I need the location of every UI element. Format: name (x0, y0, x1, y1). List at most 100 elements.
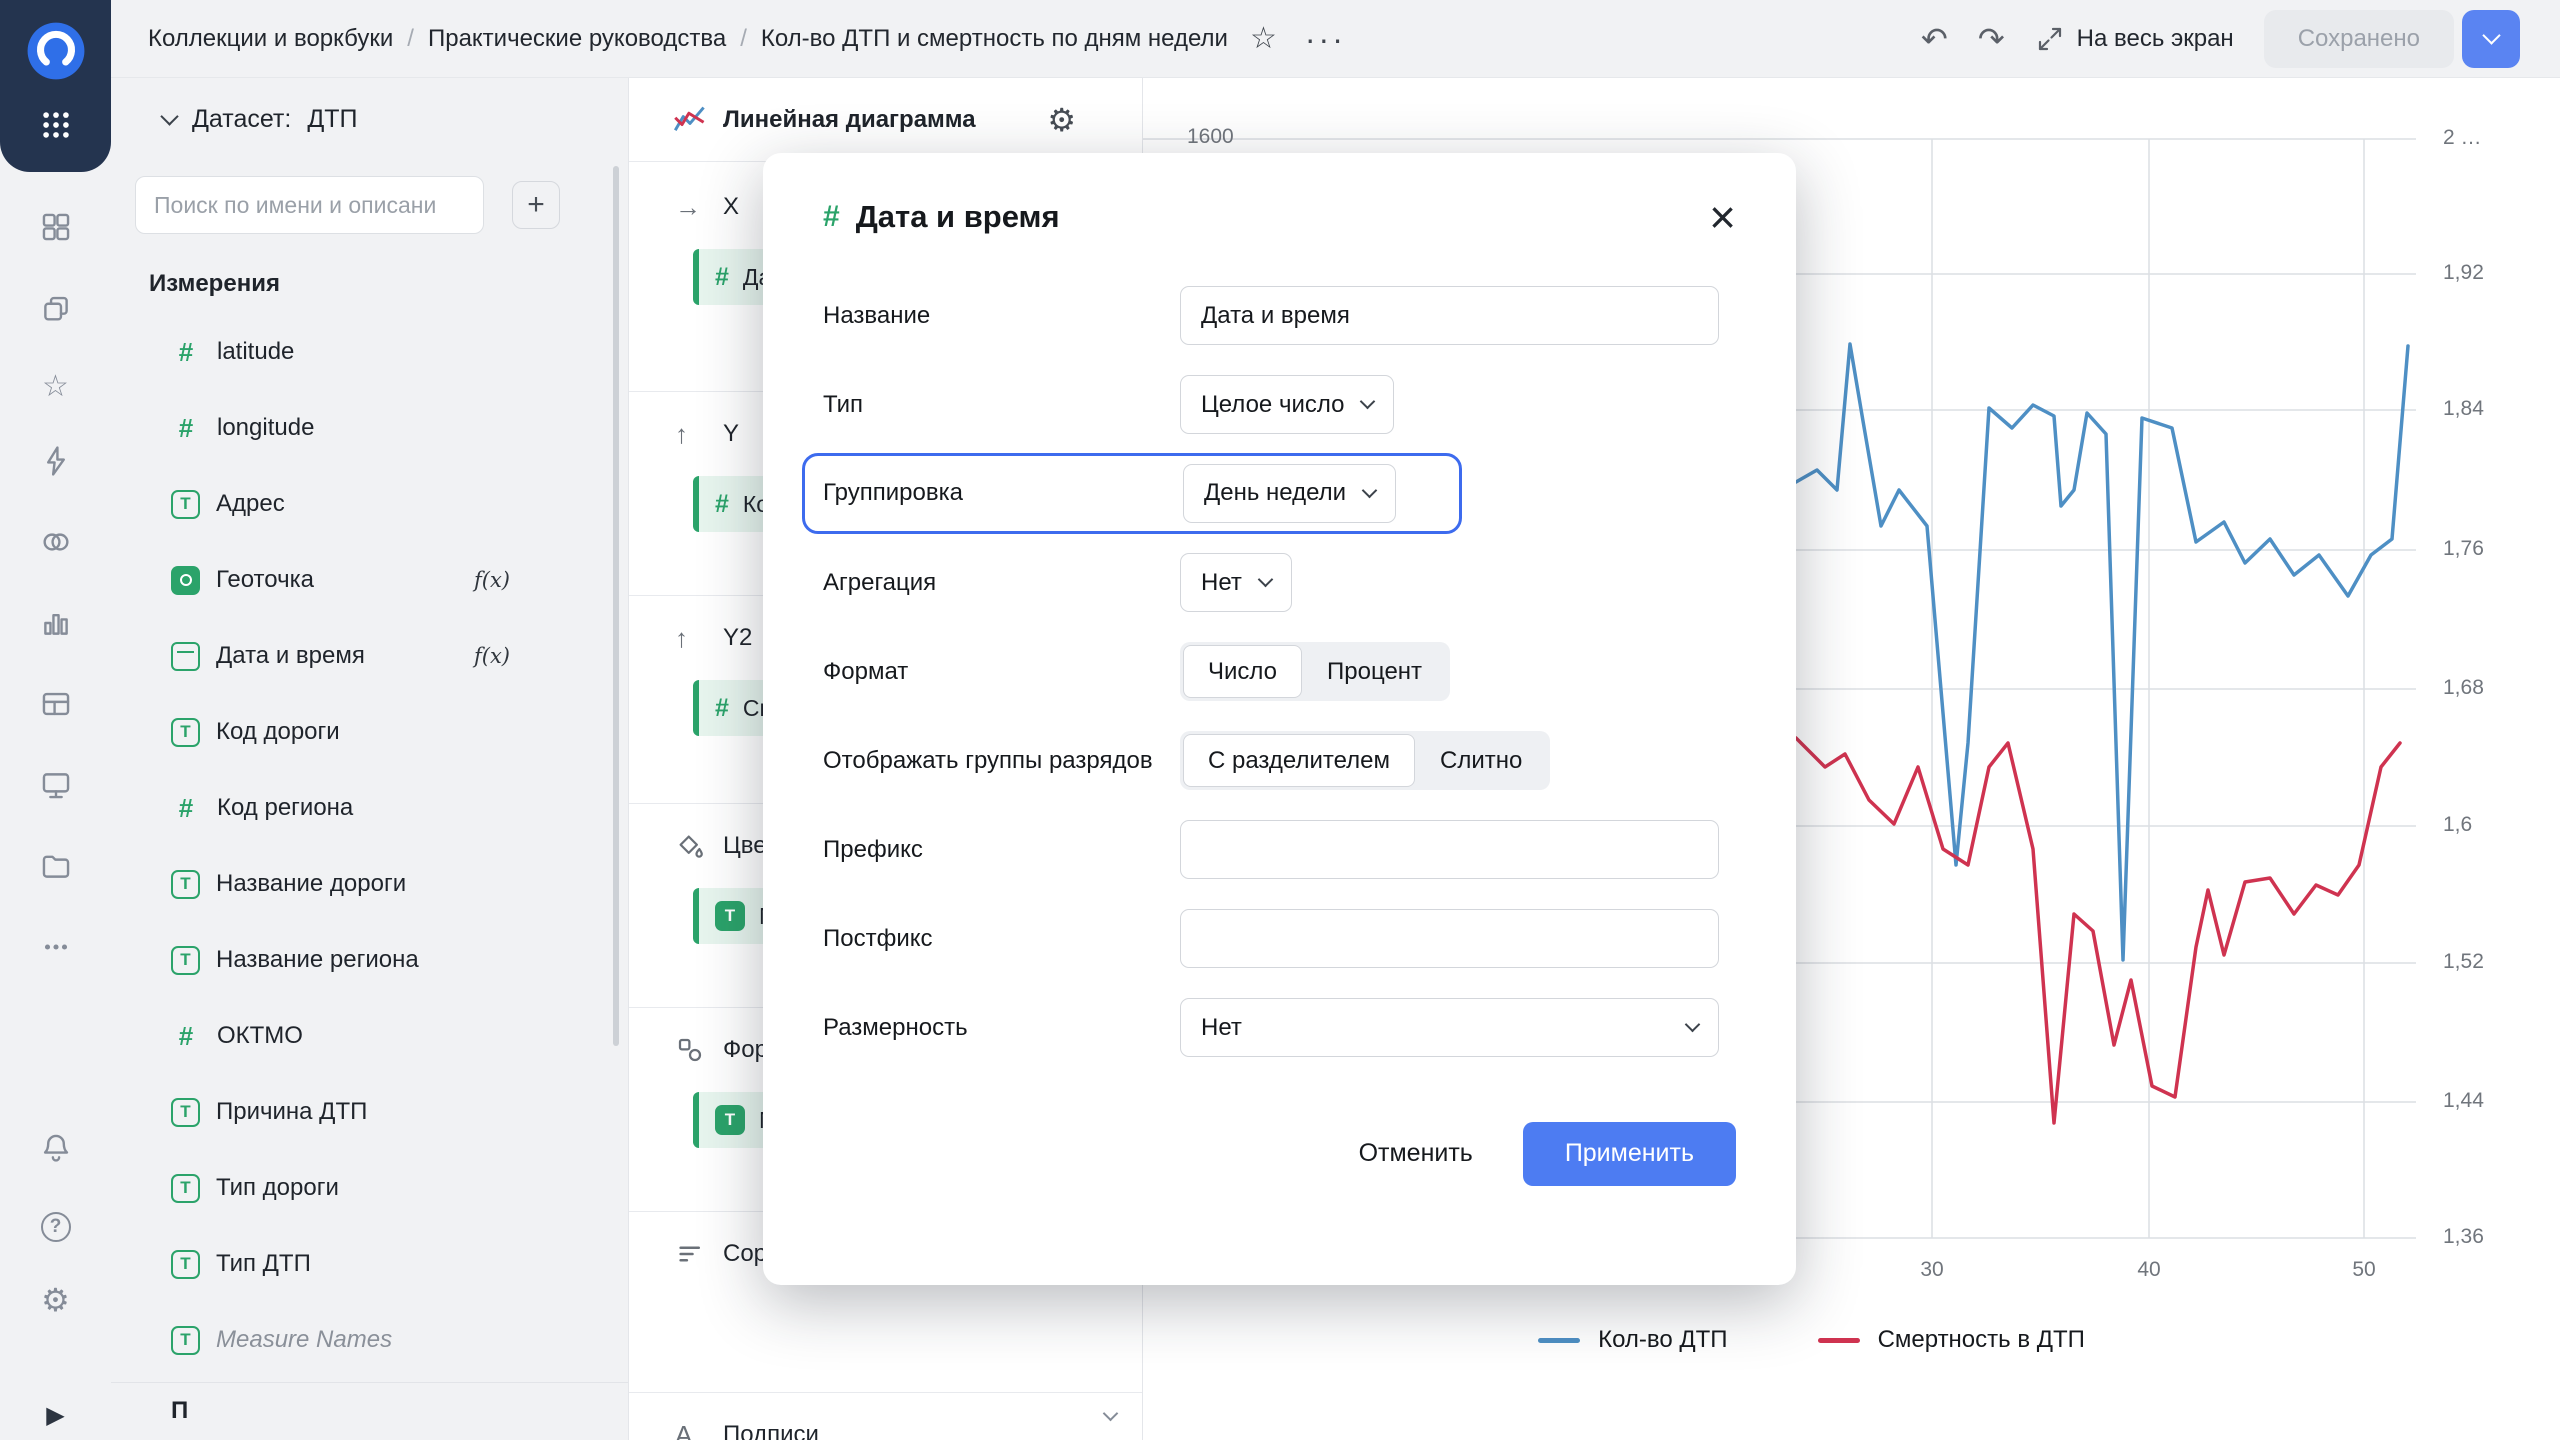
field-item[interactable]: TАдрес (111, 466, 628, 542)
dashboards-icon[interactable] (39, 210, 73, 249)
text-field-icon: T (171, 946, 200, 975)
help-icon[interactable]: ? (41, 1212, 71, 1242)
connections-icon[interactable] (39, 444, 73, 483)
dialog-footer: Отменить Применить (823, 1122, 1736, 1186)
formula-badge: f(x) (474, 644, 510, 668)
digit-groups-row: Отображать группы разрядов С разделителе… (823, 731, 1736, 791)
charts-icon[interactable] (39, 606, 73, 645)
postfix-input[interactable] (1180, 909, 1719, 968)
redo-icon[interactable]: ↷ (1978, 23, 2005, 55)
breadcrumb-guides[interactable]: Практические руководства (428, 25, 726, 53)
more-icon[interactable] (39, 930, 73, 969)
field-item[interactable]: Геоточкаf(x) (111, 542, 628, 618)
chevron-down-icon (1362, 483, 1378, 499)
format-option-number[interactable]: Число (1183, 645, 1302, 698)
left-rail: ☆ ? ⚙ ▶ (0, 0, 111, 1440)
digit-groups-option-plain[interactable]: Слитно (1415, 734, 1547, 787)
number-field-icon: # (171, 337, 201, 368)
left-axis-label: 1600 (1187, 125, 1234, 149)
scrollbar-thumb[interactable] (613, 166, 619, 1046)
legend-item-accidents[interactable]: Кол-во ДТП (1538, 1326, 1727, 1354)
dimension-select[interactable]: Нет (1180, 998, 1719, 1057)
number-field-icon: # (715, 490, 729, 519)
favorite-star-icon[interactable]: ☆ (1250, 24, 1277, 54)
measures-title-clipped: П (111, 1383, 628, 1425)
gear-icon[interactable]: ⚙ (1047, 104, 1076, 136)
notifications-bell-icon[interactable] (39, 1131, 73, 1170)
format-label: Формат (823, 657, 1180, 687)
field-item[interactable]: #Код региона (111, 770, 628, 846)
text-field-icon: T (171, 1250, 200, 1279)
sort-icon (675, 1239, 707, 1269)
scroll-down-icon[interactable] (1105, 1406, 1116, 1424)
grouping-select[interactable]: День недели (1183, 464, 1396, 523)
name-input[interactable] (1180, 286, 1719, 345)
format-row: Формат Число Процент (823, 642, 1736, 702)
scrollbar[interactable] (613, 166, 619, 1400)
fullscreen-icon (2035, 24, 2065, 54)
field-item[interactable]: Дата и времяf(x) (111, 618, 628, 694)
format-option-percent[interactable]: Процент (1302, 645, 1447, 698)
visualization-title: Линейная диаграмма (723, 106, 976, 134)
text-field-icon: T (171, 1098, 200, 1127)
aggregation-select[interactable]: Нет (1180, 553, 1292, 612)
datalens-logo[interactable] (25, 20, 87, 82)
apply-button[interactable]: Применить (1523, 1122, 1736, 1186)
field-item[interactable]: #longitude (111, 390, 628, 466)
close-icon[interactable]: × (1709, 199, 1736, 236)
datasets-icon[interactable] (39, 525, 73, 564)
add-field-button[interactable]: + (512, 181, 560, 229)
field-item[interactable]: TТип дороги (111, 1150, 628, 1226)
field-item[interactable]: TMeasure Names (111, 1302, 628, 1378)
collapse-play-icon[interactable]: ▶ (46, 1404, 64, 1428)
field-item[interactable]: #ОКТМО (111, 998, 628, 1074)
dialog-header: # Дата и время × (823, 199, 1736, 236)
top-bar: Коллекции и воркбуки / Практические руко… (111, 0, 2560, 78)
dialog-title: Дата и время (856, 199, 1060, 235)
line-chart-icon (673, 103, 707, 137)
breadcrumb-collections[interactable]: Коллекции и воркбуки (148, 25, 393, 53)
digit-groups-label: Отображать группы разрядов (823, 746, 1180, 776)
field-item[interactable]: #latitude (111, 314, 628, 390)
settings-gear-icon[interactable]: ⚙ (41, 1284, 70, 1316)
dataset-selector[interactable]: Датасет: ДТП (111, 78, 628, 160)
saved-button[interactable]: Сохранено (2264, 10, 2454, 68)
legend-item-mortality[interactable]: Смертность в ДТП (1818, 1326, 2085, 1354)
arrow-right-icon: → (675, 194, 707, 220)
arrow-up-icon: ↑ (675, 625, 707, 651)
field-item[interactable]: TПричина ДТП (111, 1074, 628, 1150)
cancel-button[interactable]: Отменить (1333, 1122, 1499, 1186)
text-field-icon: T (171, 1326, 200, 1355)
favorites-icon[interactable]: ☆ (42, 372, 69, 402)
field-item[interactable]: TНазвание региона (111, 922, 628, 998)
more-actions-icon[interactable]: ··· (1305, 31, 1346, 47)
breadcrumb-current: Кол-во ДТП и смертность по дням недели (761, 25, 1228, 53)
field-item[interactable]: TНазвание дороги (111, 846, 628, 922)
prefix-input[interactable] (1180, 820, 1719, 879)
field-item[interactable]: TКод дороги (111, 694, 628, 770)
undo-icon[interactable]: ↶ (1921, 23, 1948, 55)
legend-swatch (1818, 1338, 1860, 1343)
postfix-label: Постфикс (823, 924, 1180, 954)
type-select[interactable]: Целое число (1180, 375, 1394, 434)
field-item[interactable]: TТип ДТП (111, 1226, 628, 1302)
labels-icon: А (675, 1422, 707, 1440)
tables-icon[interactable] (39, 687, 73, 726)
number-field-icon: # (715, 694, 729, 723)
fullscreen-control[interactable]: На весь экран (2035, 24, 2234, 54)
dimension-label: Размерность (823, 1013, 1180, 1043)
apps-menu-icon[interactable] (39, 108, 73, 142)
aggregation-label: Агрегация (823, 568, 1180, 598)
formula-badge: f(x) (474, 568, 510, 592)
search-input[interactable] (135, 176, 484, 234)
prefix-label: Префикс (823, 835, 1180, 865)
shapes-icon (675, 1035, 707, 1065)
digit-groups-option-separator[interactable]: С разделителем (1183, 734, 1415, 787)
editor-icon[interactable] (39, 768, 73, 807)
collections-icon[interactable] (39, 291, 73, 330)
save-dropdown-button[interactable] (2462, 10, 2520, 68)
breadcrumb: Коллекции и воркбуки / Практические руко… (148, 25, 1228, 53)
rail-footer: ? ⚙ ▶ (39, 1131, 73, 1440)
field-settings-dialog: # Дата и время × Название Тип Целое числ… (763, 153, 1796, 1285)
files-icon[interactable] (39, 849, 73, 888)
